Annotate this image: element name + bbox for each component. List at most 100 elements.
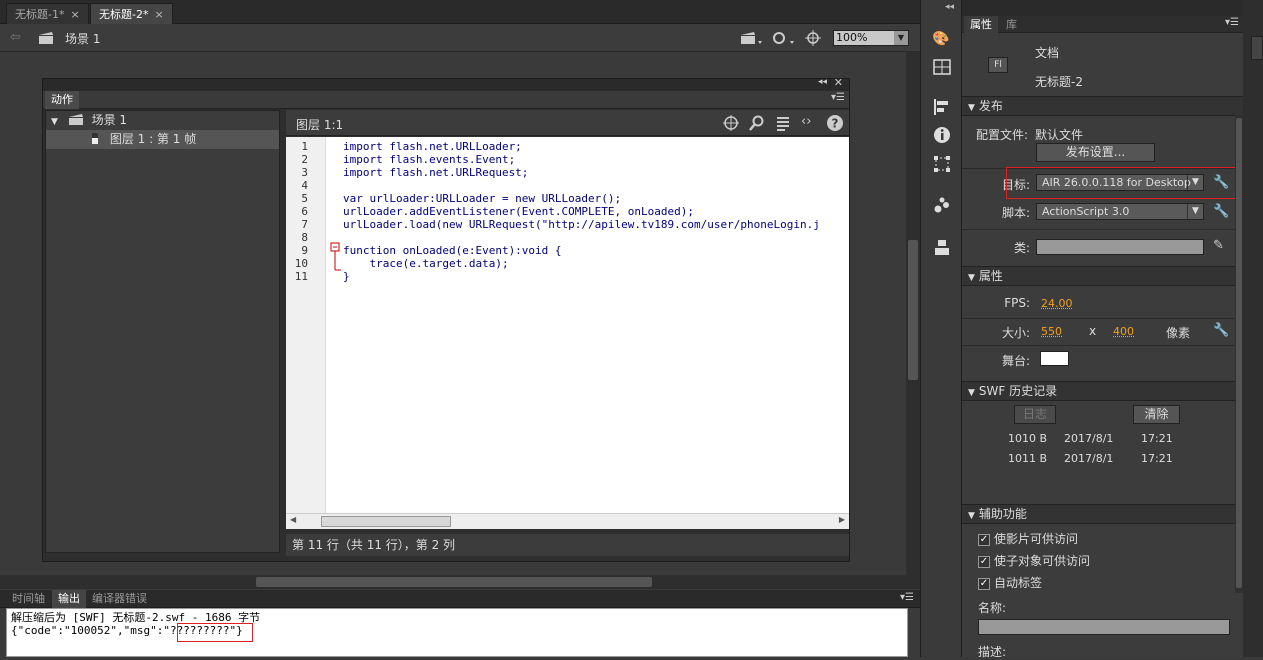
- zoom-select[interactable]: 100% ▼: [833, 30, 909, 46]
- checkbox-make-children-accessible[interactable]: ✓ 使子对象可供访问: [978, 552, 1090, 569]
- section-publish[interactable]: ▼ 发布: [962, 96, 1243, 116]
- panel-menu-icon[interactable]: ▾☰: [1225, 17, 1239, 28]
- code-editor[interactable]: 1 import flash.net.URLLoader; 2 import flas…: [286, 137, 849, 513]
- fl-document-icon: Fl: [988, 57, 1008, 73]
- line-number: 11: [286, 270, 308, 283]
- scroll-right-icon[interactable]: ▶: [839, 515, 845, 524]
- name-input[interactable]: [978, 619, 1230, 635]
- expand-icon[interactable]: ▼: [51, 117, 58, 127]
- code-line[interactable]: }: [343, 270, 350, 283]
- script-select[interactable]: ActionScript 3.0 ▼: [1036, 203, 1204, 220]
- tool-slot[interactable]: [1251, 36, 1263, 60]
- color-palette-icon[interactable]: 🎨: [931, 30, 951, 48]
- log-button[interactable]: 日志: [1014, 405, 1056, 424]
- collapse-icon[interactable]: ◂◂: [818, 77, 827, 87]
- doc-tab-2-label: 无标题-2*: [99, 8, 148, 21]
- actions-panel: ◂◂ ✕ 动作 ▾☰ ▼ 场景 1 图层 1 : 第 1 帧 图层 1:1 ‹›…: [42, 78, 850, 562]
- stage-vertical-scroll-thumb[interactable]: [908, 240, 918, 380]
- code-line[interactable]: urlLoader.load(new URLRequest("http://ap…: [343, 218, 820, 231]
- close-icon[interactable]: ×: [70, 8, 79, 21]
- close-icon[interactable]: ×: [154, 8, 163, 21]
- code-line[interactable]: function onLoaded(e:Event):void {: [343, 244, 562, 257]
- doc-type-label: 文档: [1035, 44, 1059, 61]
- info-icon[interactable]: [933, 126, 951, 144]
- search-icon[interactable]: [749, 115, 765, 131]
- section-swf-history[interactable]: ▼ SWF 历史记录: [962, 381, 1243, 401]
- doc-tab-2[interactable]: 无标题-2* ×: [90, 3, 173, 24]
- checkbox-auto-label[interactable]: ✓ 自动标签: [978, 574, 1042, 591]
- collapse-triangle-icon: ▼: [968, 388, 975, 398]
- code-scroll-thumb[interactable]: [321, 516, 451, 527]
- help-icon[interactable]: ?: [826, 114, 844, 132]
- tab-library[interactable]: 库: [1000, 16, 1023, 33]
- checkbox-make-movie-accessible[interactable]: ✓ 使影片可供访问: [978, 530, 1078, 547]
- line-number: 6: [286, 205, 308, 218]
- document-tabs: 无标题-1* × 无标题-2* ×: [0, 0, 920, 24]
- insert-target-path-icon[interactable]: [723, 115, 739, 131]
- edit-scene-icon[interactable]: [740, 30, 764, 46]
- swatches-icon[interactable]: [933, 59, 951, 75]
- code-line[interactable]: import flash.net.URLRequest;: [343, 166, 528, 179]
- wrench-icon[interactable]: 🔧: [1213, 323, 1229, 338]
- panel-icon-strip: ◂◂ 🎨: [920, 0, 962, 657]
- fps-value[interactable]: 24.00: [1041, 297, 1073, 310]
- editor-title: 图层 1:1: [296, 116, 343, 133]
- code-line[interactable]: import flash.events.Event;: [343, 153, 515, 166]
- tab-output[interactable]: 输出: [52, 590, 86, 608]
- panel-menu-icon[interactable]: ▾☰: [900, 592, 914, 603]
- pencil-icon[interactable]: ✎: [1213, 238, 1224, 253]
- tab-properties[interactable]: 属性: [964, 16, 998, 33]
- close-icon[interactable]: ✕: [834, 76, 843, 89]
- section-properties-label: 属性: [979, 269, 1003, 283]
- properties-scroll-thumb[interactable]: [1236, 118, 1242, 588]
- back-arrow-icon[interactable]: ⇦: [10, 30, 21, 45]
- tree-item-scene[interactable]: ▼ 场景 1: [46, 111, 279, 130]
- output-console[interactable]: 解压缩后为 [SWF] 无标题-2.swf - 1686 字节 {"code":…: [6, 608, 908, 657]
- script-navigator: ▼ 场景 1 图层 1 : 第 1 帧: [45, 110, 280, 553]
- align-icon[interactable]: [933, 98, 951, 116]
- clear-button[interactable]: 清除: [1133, 405, 1180, 424]
- code-line[interactable]: urlLoader.addEventListener(Event.COMPLET…: [343, 205, 694, 218]
- chevron-down-icon[interactable]: ▼: [1187, 204, 1203, 219]
- scroll-left-icon[interactable]: ◀: [290, 515, 296, 524]
- chevron-down-icon[interactable]: ▼: [894, 31, 908, 45]
- center-stage-icon[interactable]: [805, 30, 821, 46]
- motion-presets-icon[interactable]: [933, 238, 951, 256]
- checkbox-label: 自动标签: [994, 576, 1042, 590]
- publish-settings-button[interactable]: 发布设置...: [1036, 143, 1155, 162]
- components-icon[interactable]: [933, 196, 951, 214]
- transform-icon[interactable]: [933, 155, 951, 173]
- tree-item-frame[interactable]: 图层 1 : 第 1 帧: [46, 130, 279, 149]
- collapse-triangle-icon: ▼: [968, 511, 975, 521]
- frame-script-icon: [90, 132, 100, 145]
- code-fold-marker[interactable]: [330, 242, 342, 272]
- highlight-box: [1006, 167, 1236, 199]
- tab-timeline[interactable]: 时间轴: [6, 590, 51, 608]
- panel-title-strip: [962, 0, 1243, 16]
- wrench-icon[interactable]: 🔧: [1213, 204, 1229, 219]
- section-properties[interactable]: ▼ 属性: [962, 266, 1243, 286]
- section-accessibility[interactable]: ▼ 辅助功能: [962, 504, 1243, 524]
- tab-compiler-errors[interactable]: 编译器错误: [86, 590, 153, 608]
- right-edge-toolbar: [1243, 0, 1263, 657]
- tab-actions[interactable]: 动作: [45, 91, 79, 109]
- code-snippets-icon[interactable]: ‹›: [801, 114, 811, 129]
- stage-horizontal-scroll-thumb[interactable]: [256, 577, 652, 587]
- edit-symbols-icon[interactable]: [772, 30, 796, 46]
- zoom-value: 100%: [836, 31, 867, 44]
- fps-label: FPS:: [976, 296, 1030, 310]
- width-value[interactable]: 550: [1041, 325, 1062, 338]
- code-line[interactable]: import flash.net.URLLoader;: [343, 140, 522, 153]
- history-date-2: 2017/8/1: [1064, 452, 1113, 465]
- collapse-icon[interactable]: ◂◂: [945, 2, 954, 12]
- height-value[interactable]: 400: [1113, 325, 1134, 338]
- panel-menu-icon[interactable]: ▾☰: [831, 92, 845, 103]
- code-horizontal-scrollbar[interactable]: ◀ ▶: [286, 513, 849, 529]
- doc-tab-1[interactable]: 无标题-1* ×: [6, 3, 89, 24]
- stage-color-swatch[interactable]: [1040, 351, 1069, 366]
- size-label: 大小:: [976, 324, 1030, 341]
- code-format-icon[interactable]: [775, 115, 791, 131]
- code-line[interactable]: trace(e.target.data);: [343, 257, 509, 270]
- class-input[interactable]: [1036, 239, 1204, 255]
- code-line[interactable]: var urlLoader:URLLoader = new URLLoader(…: [343, 192, 621, 205]
